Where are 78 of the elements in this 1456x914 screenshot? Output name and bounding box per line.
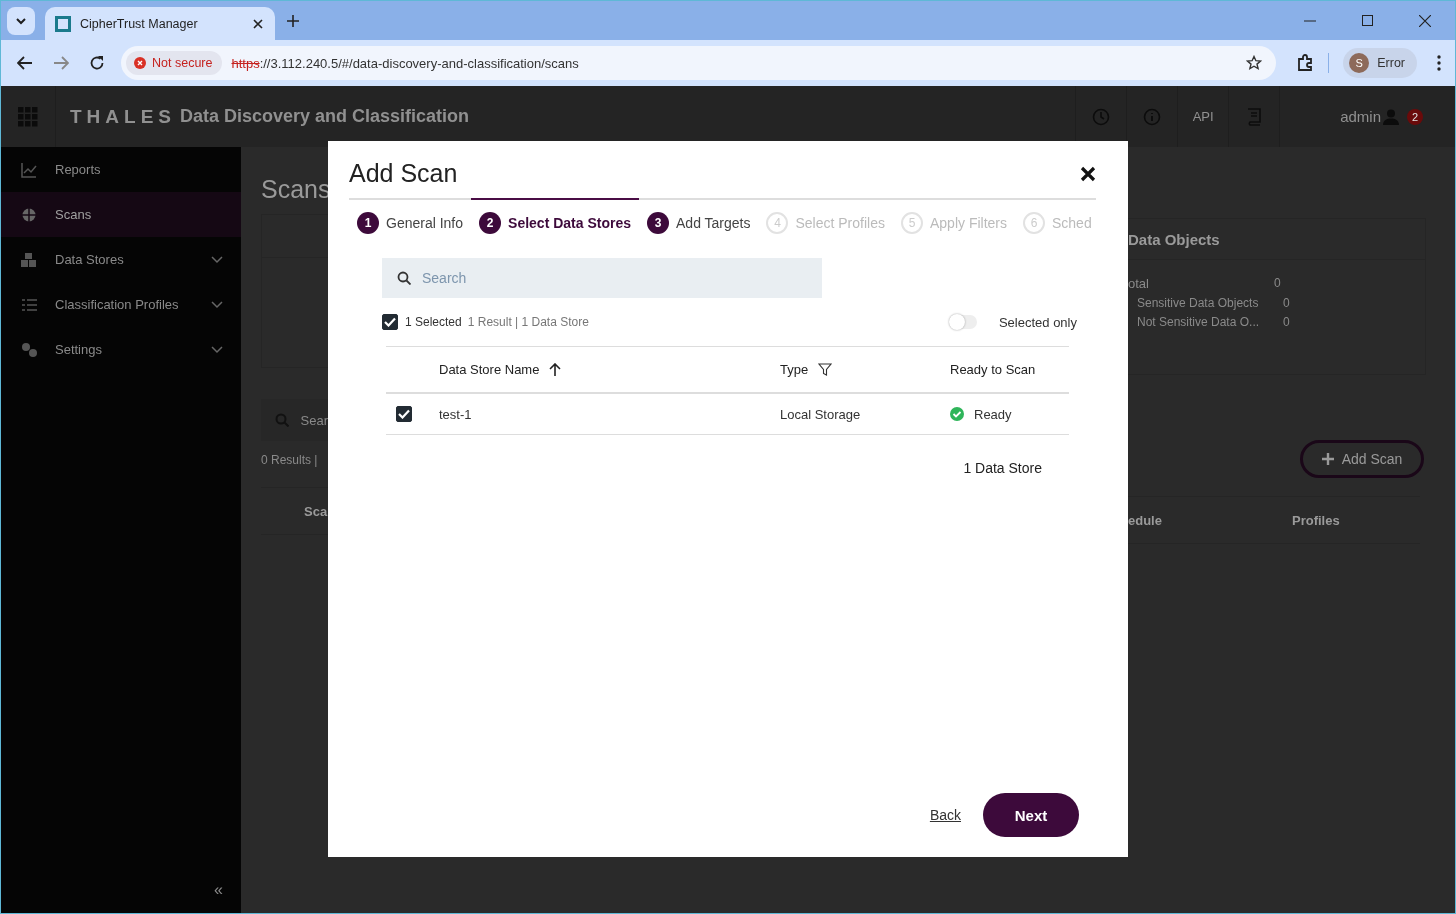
user-name[interactable]: admin <box>1340 108 1381 125</box>
stat-value: 0 <box>1283 296 1290 310</box>
tab-search-button[interactable] <box>7 6 35 35</box>
selected-count: 1 Selected <box>405 315 462 329</box>
close-icon[interactable] <box>1080 165 1096 182</box>
url-text: https://3.112.240.5/#/data-discovery-and-classification/scans <box>231 55 579 71</box>
plus-icon <box>1321 453 1334 465</box>
gears-icon <box>21 341 37 358</box>
next-button[interactable]: Next <box>983 793 1079 837</box>
column-header[interactable]: Type <box>780 362 809 377</box>
dialog-title: Add Scan <box>349 159 458 188</box>
wizard-step[interactable]: 3 Add Targets <box>639 198 759 234</box>
star-icon[interactable] <box>1246 55 1263 71</box>
table-cell-text: Local Storage <box>780 406 862 422</box>
column-header[interactable]: Ready to Scan <box>950 362 1036 377</box>
table-cell-text: test-1 <box>439 406 473 422</box>
notification-badge: 2 <box>1407 108 1423 125</box>
boxes-icon <box>21 251 37 268</box>
list-icon <box>21 296 37 313</box>
table-footer-count: 1 Data Store <box>963 460 1042 476</box>
add-scan-button[interactable]: Add Scan <box>1300 440 1424 478</box>
stat-label: otal <box>1128 276 1150 291</box>
select-all-checkbox[interactable] <box>382 314 398 330</box>
toggle-label: Selected only <box>998 314 1077 330</box>
address-bar[interactable]: Not secure https://3.112.240.5/#/data-discovery-and-classification/scans <box>121 46 1277 80</box>
profile-button[interactable]: S Error <box>1343 48 1417 78</box>
stat-label: Sensitive Data Objects <box>1136 296 1260 310</box>
close-icon[interactable] <box>253 18 263 29</box>
sidebar-item[interactable]: Scans <box>1 192 241 237</box>
chevron-down-icon <box>15 16 27 25</box>
column-header[interactable]: Data Store Name <box>439 362 540 377</box>
new-tab-icon[interactable] <box>287 14 299 27</box>
sidebar-item[interactable]: Data Stores <box>1 237 241 282</box>
search-field[interactable]: Search <box>382 258 822 298</box>
row-checkbox[interactable] <box>396 406 412 422</box>
app-title: Data Discovery and Classification <box>180 106 470 127</box>
square-icon <box>55 15 71 32</box>
reload-icon[interactable] <box>89 55 105 71</box>
stat-value: 0 <box>1274 276 1281 291</box>
not-secure-chip[interactable]: Not secure <box>126 51 223 75</box>
wizard-step[interactable]: 2 Select Data Stores <box>471 198 639 234</box>
column-header: edule <box>1128 512 1162 528</box>
puzzle-icon[interactable] <box>1296 54 1315 72</box>
result-summary: 1 Result | 1 Data Store <box>467 315 589 329</box>
chevron-down-icon <box>211 345 223 354</box>
target-icon <box>21 206 37 223</box>
column-header: Sca <box>304 503 328 519</box>
arrow-up-icon[interactable] <box>549 363 562 376</box>
chevron-down-icon <box>211 300 223 309</box>
wizard-step[interactable]: 1 General Info <box>349 198 472 234</box>
chevron-down-icon <box>211 255 223 264</box>
menu-icon[interactable] <box>1437 55 1441 71</box>
forward-arrow-icon[interactable] <box>53 56 69 70</box>
brand-logo: THALES <box>70 105 176 128</box>
stat-value: 0 <box>1283 315 1290 329</box>
browser-tab[interactable]: CipherTrust Manager <box>45 7 275 40</box>
stat-label: Not Sensitive Data O... <box>1136 315 1261 329</box>
chart-icon <box>21 161 37 178</box>
sidebar-item[interactable]: Classification Profiles <box>1 282 241 327</box>
sidebar-item[interactable]: Reports <box>1 147 241 192</box>
minimize-icon[interactable] <box>1304 19 1316 22</box>
tab-title: CipherTrust Manager <box>80 16 199 31</box>
toggle-switch[interactable] <box>948 315 977 329</box>
column-header: Profiles <box>1291 512 1340 528</box>
back-arrow-icon[interactable] <box>17 56 33 70</box>
error-icon <box>134 57 146 69</box>
collapse-button[interactable]: « <box>214 881 223 899</box>
search-icon <box>397 271 411 285</box>
results-count: 0 Results | <box>261 453 319 467</box>
page-title: Scans <box>261 175 328 204</box>
back-link[interactable]: Back <box>929 807 961 823</box>
person-icon <box>1383 108 1399 125</box>
filter-icon[interactable] <box>818 363 833 376</box>
api-link[interactable]: API <box>1192 109 1214 124</box>
status-text: Ready <box>974 406 1012 422</box>
maximize-icon[interactable] <box>1362 15 1373 26</box>
sidebar-item[interactable]: Settings <box>1 327 241 372</box>
close-icon[interactable] <box>1419 14 1431 27</box>
